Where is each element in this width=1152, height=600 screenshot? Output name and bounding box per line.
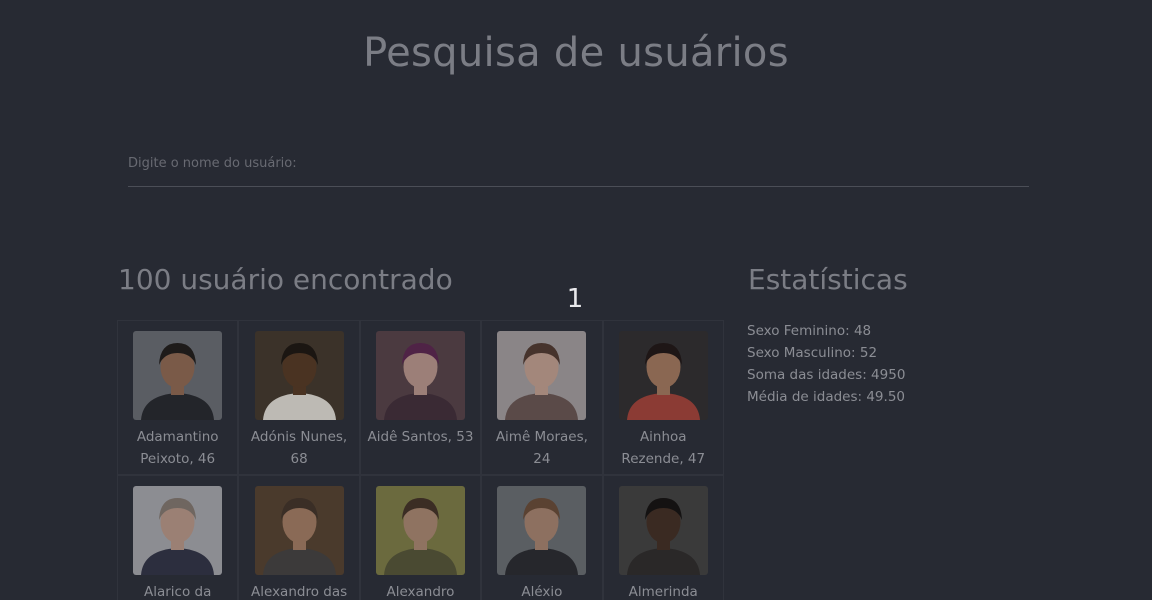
user-name: Alarico da [144, 584, 212, 600]
stat-age-average: Média de idades: 49.50 [747, 389, 905, 405]
user-card: Adamantino Peixoto, 46 [117, 320, 239, 475]
results-count-title: 100 usuário encontrado [118, 263, 453, 296]
stats-title: Estatísticas [748, 263, 908, 296]
page: Pesquisa de usuários 100 usuário encontr… [0, 0, 1152, 600]
user-avatar [375, 331, 465, 420]
user-name: Ainhoa Rezende, 47 [621, 429, 706, 467]
user-name: Adamantino Peixoto, 46 [136, 429, 219, 467]
loading-counter: 1 [566, 284, 584, 314]
user-avatar [133, 486, 223, 575]
user-avatar [375, 486, 465, 575]
user-avatar [497, 331, 587, 420]
user-card: Aléxio [481, 475, 603, 600]
stat-age-sum: Soma das idades: 4950 [747, 367, 906, 383]
stat-male-count: Sexo Masculino: 52 [747, 345, 878, 361]
user-name: Aimê Moraes, 24 [495, 429, 588, 467]
stat-female-count: Sexo Feminino: 48 [747, 323, 872, 339]
user-avatar [618, 331, 708, 420]
user-name: Alexandro das [251, 584, 348, 600]
user-card: Almerinda [602, 475, 724, 600]
user-name: Aléxio [521, 584, 563, 600]
user-avatar [133, 331, 223, 420]
user-avatar [618, 486, 708, 575]
user-name: Alexandro [386, 584, 455, 600]
user-grid: Adamantino Peixoto, 46 Adónis Nunes, 68 Ai… [117, 320, 724, 600]
search-field [128, 146, 1029, 187]
user-card: Adónis Nunes, 68 [238, 320, 360, 475]
user-card: Alarico da [117, 475, 239, 600]
user-avatar [254, 486, 344, 575]
user-card: Ainhoa Rezende, 47 [602, 320, 724, 475]
search-input[interactable] [128, 146, 1029, 180]
user-card: Aimê Moraes, 24 [481, 320, 603, 475]
stats-list: Sexo Feminino: 48 Sexo Masculino: 52 Som… [747, 320, 905, 408]
user-name: Adónis Nunes, 68 [250, 429, 348, 467]
user-avatar [497, 486, 587, 575]
user-card: Alexandro das [238, 475, 360, 600]
user-avatar [254, 331, 344, 420]
user-card: Alexandro [359, 475, 482, 600]
user-name: Almerinda [628, 584, 698, 600]
user-card: Aidê Santos, 53 [359, 320, 482, 475]
page-title: Pesquisa de usuários [363, 30, 789, 76]
user-name: Aidê Santos, 53 [367, 429, 474, 445]
